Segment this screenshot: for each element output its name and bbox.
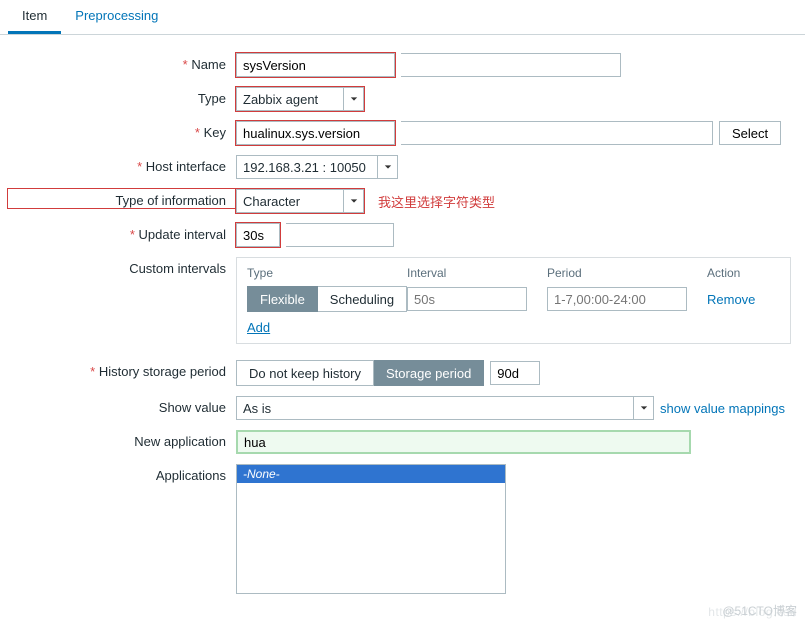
history-period-input[interactable] — [490, 361, 540, 385]
ci-add-link[interactable]: Add — [247, 320, 270, 335]
type-select[interactable]: Zabbix agent — [236, 87, 344, 111]
chevron-down-icon[interactable] — [344, 87, 364, 111]
chevron-down-icon[interactable] — [378, 155, 398, 179]
type-of-info-select[interactable]: Character — [236, 189, 344, 213]
ci-header-action: Action — [707, 266, 780, 280]
tab-preprocessing[interactable]: Preprocessing — [61, 0, 172, 34]
label-host-interface: Host interface — [146, 159, 226, 174]
name-input[interactable] — [236, 53, 395, 77]
ci-period-input[interactable] — [547, 287, 687, 311]
select-button[interactable]: Select — [719, 121, 781, 145]
ci-header-period: Period — [547, 266, 707, 280]
watermark: @51CTO博客 — [722, 602, 797, 619]
applications-select[interactable]: -None- — [236, 464, 506, 594]
new-application-input[interactable] — [236, 430, 691, 454]
label-name: Name — [191, 57, 226, 72]
ci-remove-link[interactable]: Remove — [707, 292, 755, 307]
label-show-value: Show value — [159, 400, 226, 415]
ci-interval-input[interactable] — [407, 287, 527, 311]
label-type-of-info: Type of information — [115, 193, 226, 208]
label-type: Type — [198, 91, 226, 106]
applications-option-none[interactable]: -None- — [237, 465, 505, 483]
seg-flexible[interactable]: Flexible — [247, 286, 318, 312]
ci-header-interval: Interval — [407, 266, 547, 280]
show-value-select[interactable]: As is — [236, 396, 634, 420]
seg-storage-period[interactable]: Storage period — [374, 360, 484, 386]
chevron-down-icon[interactable] — [634, 396, 654, 420]
chevron-down-icon[interactable] — [344, 189, 364, 213]
label-key: Key — [204, 125, 226, 140]
show-value-mappings-link[interactable]: show value mappings — [660, 401, 785, 416]
seg-scheduling[interactable]: Scheduling — [318, 286, 407, 312]
ci-header-type: Type — [247, 266, 407, 280]
host-interface-select[interactable]: 192.168.3.21 : 10050 — [236, 155, 378, 179]
label-applications: Applications — [156, 468, 226, 483]
tab-item[interactable]: Item — [8, 0, 61, 34]
annotation-text: 我这里选择字符类型 — [378, 192, 495, 211]
label-new-application: New application — [134, 434, 226, 449]
label-update-interval: Update interval — [139, 227, 226, 242]
update-interval-input[interactable] — [236, 223, 280, 247]
label-history-storage: History storage period — [99, 364, 226, 379]
label-custom-intervals: Custom intervals — [129, 261, 226, 276]
key-input[interactable] — [236, 121, 395, 145]
seg-do-not-keep-history[interactable]: Do not keep history — [236, 360, 374, 386]
